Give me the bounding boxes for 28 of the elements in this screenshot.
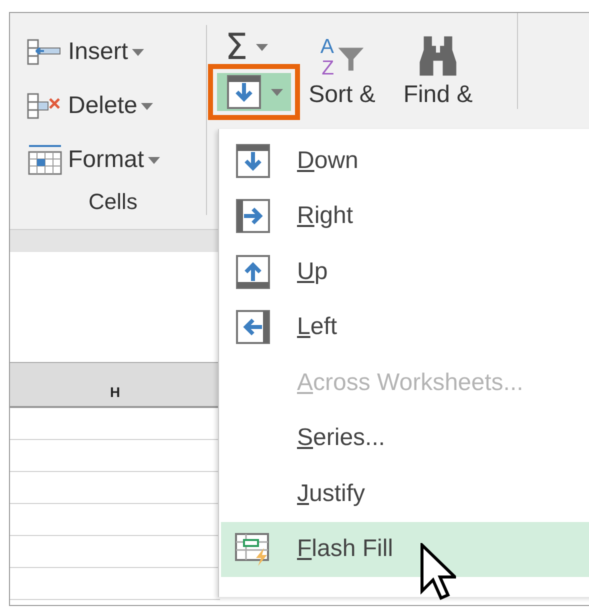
caret-icon bbox=[148, 156, 160, 164]
menu-item[interactable]: Series... bbox=[221, 410, 589, 466]
delete-cells-button[interactable]: Delete bbox=[20, 79, 206, 133]
arrow-left-icon bbox=[234, 308, 272, 346]
group-label: Cells bbox=[88, 189, 138, 215]
arrow-down-icon bbox=[234, 142, 272, 180]
arrow-down-icon bbox=[225, 73, 263, 111]
format-cells-button[interactable]: Format bbox=[20, 133, 206, 187]
autosum-button[interactable]: Σ bbox=[217, 27, 268, 67]
menu-item[interactable]: Left bbox=[221, 300, 589, 355]
caret-icon bbox=[271, 88, 283, 96]
find-label[interactable]: Find & bbox=[403, 81, 473, 109]
menu-item[interactable]: Flash Fill bbox=[221, 522, 589, 577]
flash-fill-icon bbox=[234, 532, 272, 566]
insert-cells-button[interactable]: Insert bbox=[20, 25, 206, 79]
column-header[interactable]: H bbox=[10, 362, 220, 408]
arrow-right-icon bbox=[234, 197, 272, 236]
menu-item[interactable]: Up bbox=[221, 244, 589, 300]
menu-item[interactable]: Right bbox=[221, 188, 589, 244]
menu-item[interactable]: Justify bbox=[221, 466, 589, 522]
caret-icon bbox=[141, 102, 154, 110]
caret-icon bbox=[132, 48, 144, 56]
format-cells-icon bbox=[26, 143, 64, 177]
sort-label[interactable]: Sort & bbox=[308, 81, 376, 109]
arrow-up-icon bbox=[234, 252, 272, 291]
fill-button[interactable] bbox=[217, 73, 291, 111]
caret-icon bbox=[256, 44, 268, 50]
menu-item[interactable]: Down bbox=[221, 133, 589, 188]
